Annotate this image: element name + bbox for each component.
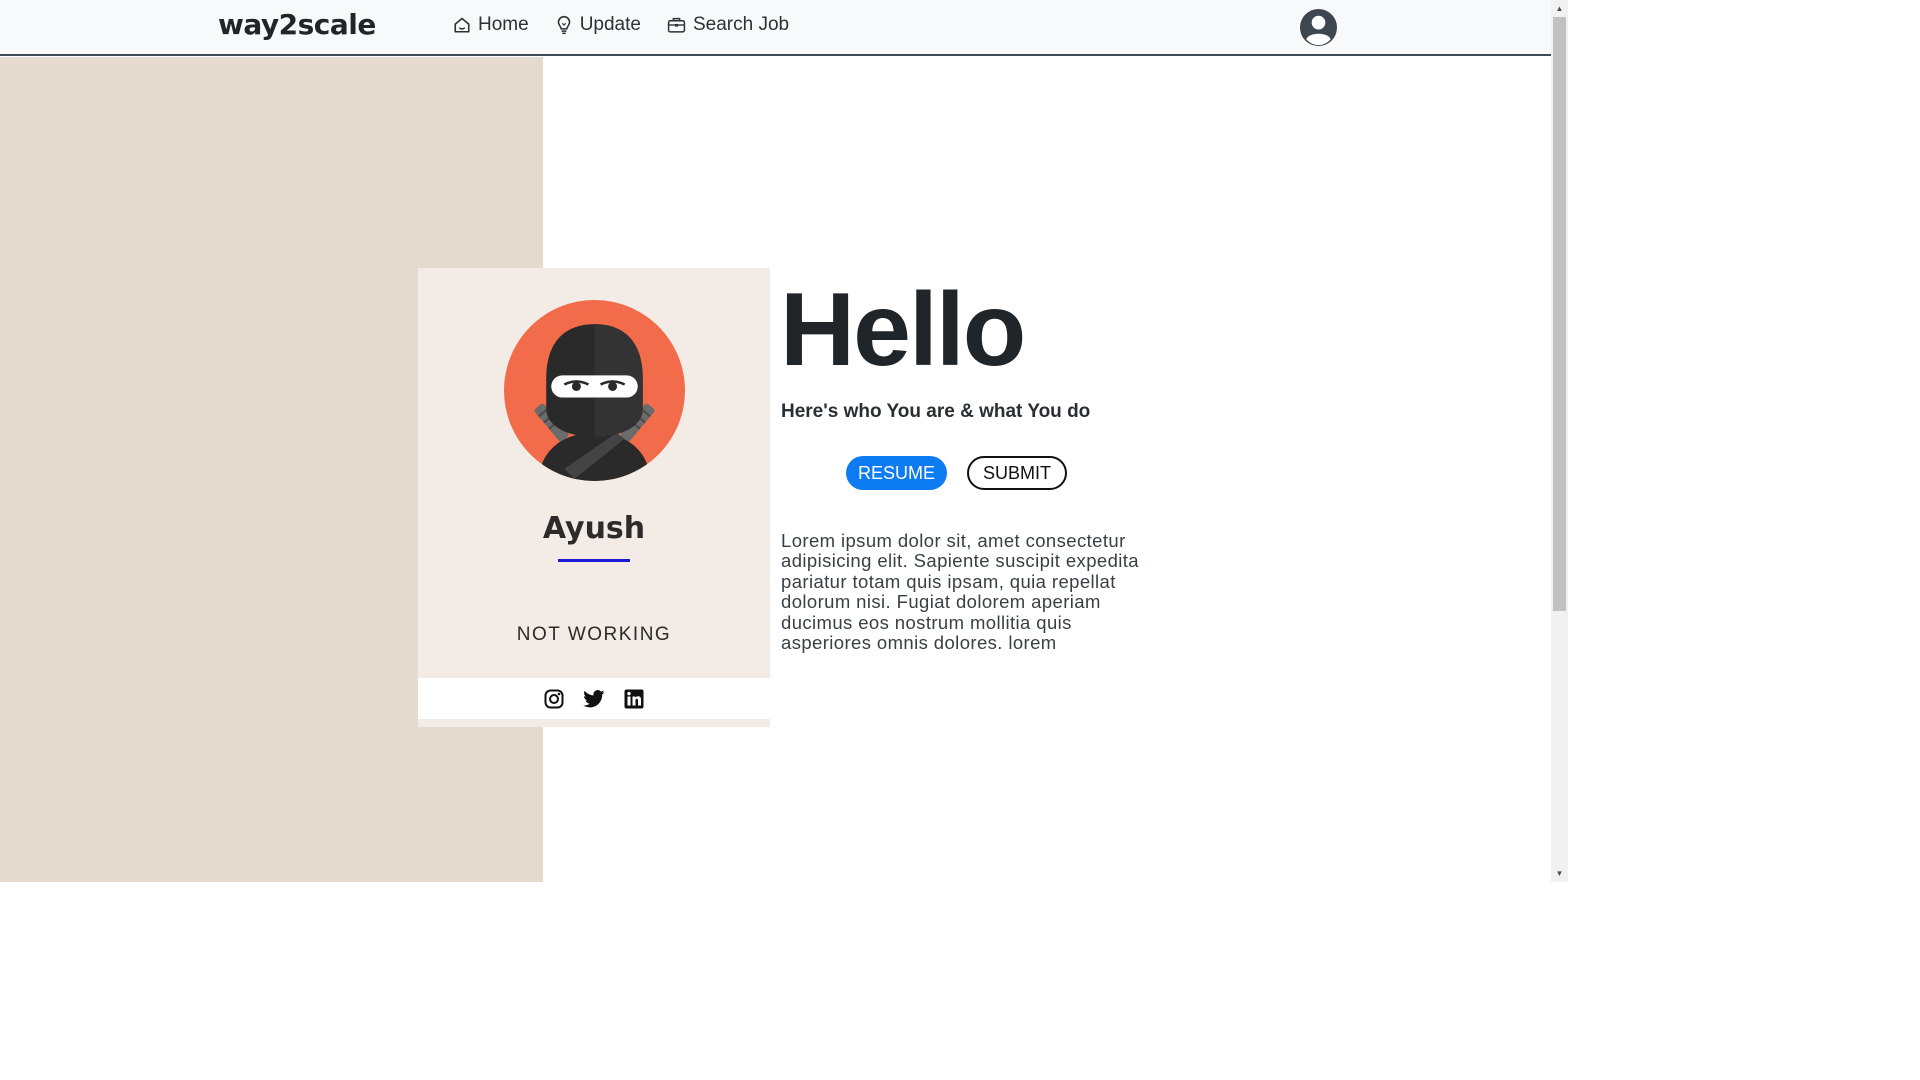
brand-logo[interactable]: way2scale [218, 8, 376, 41]
nav-search-job-label: Search Job [692, 14, 790, 35]
nav-search-job-link[interactable]: Search Job [667, 14, 789, 36]
nav-home-link[interactable]: Home [453, 14, 529, 36]
nav-update-link[interactable]: Update [555, 14, 641, 36]
hero-tagline: Here's who You are & what You do [781, 401, 1091, 422]
lightbulb-icon [557, 15, 571, 35]
linkedin-icon[interactable] [624, 689, 644, 709]
scroll-down-arrow-icon[interactable]: ▼ [1551, 865, 1568, 882]
top-navbar: way2scale Home Update Search Job [0, 0, 1551, 56]
social-links [418, 678, 770, 719]
nav-home-label: Home [478, 14, 529, 35]
resume-button[interactable]: RESUME [846, 456, 947, 490]
briefcase-icon [667, 17, 686, 33]
profile-card: Ayush NOT WORKING [418, 268, 770, 727]
nav-update-label: Update [579, 14, 641, 35]
ninja-avatar [504, 300, 685, 481]
hero-description: Lorem ipsum dolor sit, amet consectetur … [781, 530, 1139, 654]
home-icon [454, 17, 470, 33]
scrollbar-thumb[interactable] [1553, 17, 1566, 611]
vertical-scrollbar[interactable]: ▲ ▼ [1551, 0, 1568, 882]
user-circle-icon[interactable] [1299, 8, 1338, 47]
submit-button[interactable]: SUBMIT [967, 456, 1067, 490]
scroll-up-arrow-icon[interactable]: ▲ [1551, 0, 1568, 17]
hero-heading: Hello [780, 272, 1026, 388]
instagram-icon[interactable] [544, 689, 564, 709]
name-underline-divider [558, 559, 630, 562]
page: way2scale Home Update Search Job ▲ ▼ Ayu… [0, 0, 1568, 882]
employment-status: NOT WORKING [516, 624, 672, 645]
profile-name: Ayush [542, 511, 646, 546]
nav-links: Home Update Search Job [453, 14, 789, 36]
twitter-icon[interactable] [583, 689, 605, 708]
